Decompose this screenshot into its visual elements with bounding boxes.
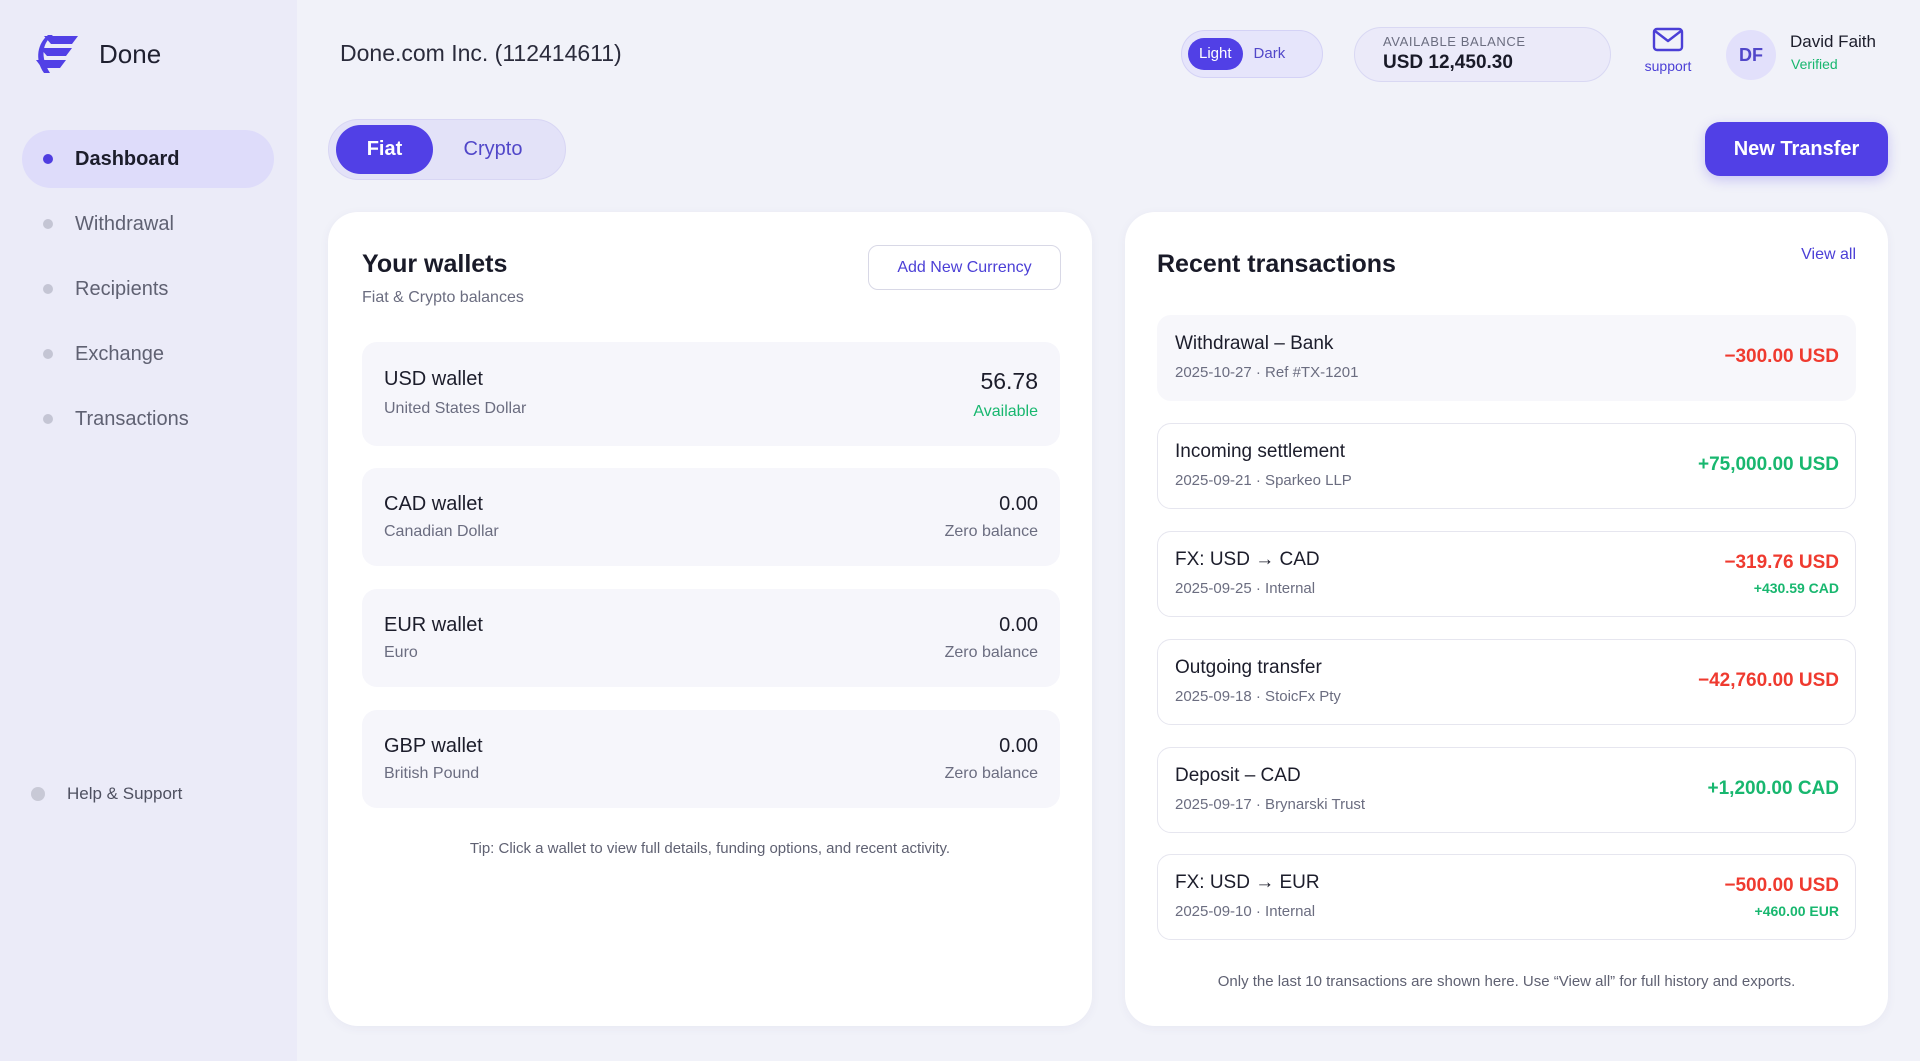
wallet-amount: 0.00 [999,614,1038,636]
add-new-currency-button[interactable]: Add New Currency [868,245,1061,290]
wallet-name: CAD wallet [384,493,483,515]
balance-label: AVAILABLE BALANCE [1383,34,1526,49]
transaction-amount: −319.76 USD [1724,552,1839,573]
wallet-status: Zero balance [944,765,1038,782]
dot-icon [43,414,53,424]
done-logo-icon [36,35,78,73]
wallet-status: Available [973,403,1038,420]
support-button[interactable]: support [1640,27,1696,74]
transaction-title: Outgoing transfer [1175,657,1322,678]
fiat-crypto-switch: Fiat Crypto [328,119,566,180]
wallet-status: Zero balance [944,644,1038,661]
transaction-row[interactable]: FX: USD → CAD 2025-09-25 · Internal −319… [1157,531,1856,617]
wallet-card-usd[interactable]: USD wallet United States Dollar 56.78 Av… [362,342,1060,446]
transaction-meta: 2025-09-25 · Internal [1175,580,1316,597]
wallet-status: Zero balance [944,523,1038,540]
transaction-row[interactable]: Outgoing transfer 2025-09-18 · StoicFx P… [1157,639,1856,725]
transaction-title: Incoming settlement [1175,441,1346,462]
user-name: David Faith [1790,32,1876,51]
sidebar-item-label: Recipients [75,277,169,300]
wallet-currency: British Pound [384,765,480,782]
transaction-meta: 2025-09-17 · Brynarski Trust [1175,796,1366,813]
wallet-amount: 0.00 [999,493,1038,515]
theme-toggle: Light Dark [1181,30,1323,78]
sidebar-item-label: Dashboard [75,147,180,170]
theme-dark-option[interactable]: Dark [1243,38,1297,70]
transaction-row[interactable]: FX: USD → EUR 2025-09-10 · Internal −500… [1157,854,1856,940]
brand-name: Done [99,38,162,69]
sidebar-item-exchange[interactable]: Exchange [22,325,274,383]
available-balance: AVAILABLE BALANCE USD 12,450.30 [1354,27,1611,82]
theme-light-option[interactable]: Light [1188,38,1243,70]
brand[interactable]: Done [32,33,161,75]
transaction-amount: +1,200.00 CAD [1707,778,1840,799]
transaction-meta: 2025-10-27 · Ref #TX-1201 [1175,364,1359,381]
wallet-currency: Euro [384,644,418,661]
wallets-subtitle: Fiat & Crypto balances [362,289,524,306]
transactions-title: Recent transactions [1157,250,1396,278]
wallet-name: GBP wallet [384,735,483,757]
transaction-title: FX: USD → EUR [1175,872,1320,893]
wallet-name: USD wallet [384,368,483,390]
transactions-footer-note: Only the last 10 transactions are shown … [1217,973,1796,990]
dot-icon [43,284,53,294]
sidebar-item-recipients[interactable]: Recipients [22,260,274,318]
wallets-title: Your wallets [362,250,508,278]
transaction-row[interactable]: Deposit – CAD 2025-09-17 · Brynarski Tru… [1157,747,1856,833]
wallet-card-gbp[interactable]: GBP wallet British Pound 0.00 Zero balan… [362,710,1060,808]
transaction-amount: −300.00 USD [1724,346,1839,367]
sidebar-item-transactions[interactable]: Transactions [22,390,274,448]
dot-icon [43,349,53,359]
wallet-name: EUR wallet [384,614,483,636]
sidebar-item-label: Withdrawal [75,212,174,235]
wallet-currency: United States Dollar [384,400,527,417]
tab-crypto[interactable]: Crypto [433,125,553,174]
transaction-amount: −500.00 USD [1724,875,1839,896]
transaction-amount: −42,760.00 USD [1697,670,1839,691]
avatar[interactable]: DF [1726,30,1776,80]
balance-value: USD 12,450.30 [1383,52,1513,73]
sidebar-item-label: Exchange [75,342,164,365]
sidebar: Done Dashboard Withdrawal Recipients Exc… [0,0,297,1061]
transaction-title: Deposit – CAD [1175,765,1301,786]
wallets-tip: Tip: Click a wallet to view full details… [469,840,951,857]
sidebar-item-dashboard[interactable]: Dashboard [22,130,274,188]
help-support-link[interactable]: Help & Support [31,784,182,804]
sidebar-item-label: Transactions [75,407,189,430]
mail-icon [1652,27,1684,52]
wallet-card-eur[interactable]: EUR wallet Euro 0.00 Zero balance [362,589,1060,687]
transactions-card: Recent transactions View all Withdrawal … [1125,212,1888,1026]
support-label: support [1644,58,1692,74]
wallet-currency: Canadian Dollar [384,523,499,540]
transaction-meta: 2025-09-10 · Internal [1175,903,1316,920]
transaction-row[interactable]: Incoming settlement 2025-09-21 · Sparkeo… [1157,423,1856,509]
transaction-row[interactable]: Withdrawal – Bank 2025-10-27 · Ref #TX-1… [1157,315,1856,401]
user-verified-status: Verified [1791,56,1838,72]
transaction-amount: +75,000.00 USD [1697,454,1839,475]
help-support-label: Help & Support [67,784,183,803]
wallets-card: Your wallets Fiat & Crypto balances Add … [328,212,1092,1026]
wallet-amount: 56.78 [980,368,1038,394]
view-all-link[interactable]: View all [1801,246,1856,264]
transaction-title: Withdrawal – Bank [1175,333,1334,354]
sidebar-item-withdrawal[interactable]: Withdrawal [22,195,274,253]
wallet-amount: 0.00 [999,735,1038,757]
transaction-converted-amount: +430.59 CAD [1753,580,1839,596]
new-transfer-button[interactable]: New Transfer [1705,122,1888,176]
help-dot-icon [31,787,45,801]
company-name: Done.com Inc. (112414611) [340,40,622,66]
dot-icon [43,219,53,229]
dot-icon [43,154,53,164]
transaction-title: FX: USD → CAD [1175,549,1320,570]
tab-fiat[interactable]: Fiat [336,125,433,174]
transaction-meta: 2025-09-21 · Sparkeo LLP [1175,472,1352,489]
wallet-card-cad[interactable]: CAD wallet Canadian Dollar 0.00 Zero bal… [362,468,1060,566]
transaction-converted-amount: +460.00 EUR [1754,903,1839,919]
transaction-meta: 2025-09-18 · StoicFx Pty [1175,688,1341,705]
sidebar-nav: Dashboard Withdrawal Recipients Exchange… [22,130,274,455]
